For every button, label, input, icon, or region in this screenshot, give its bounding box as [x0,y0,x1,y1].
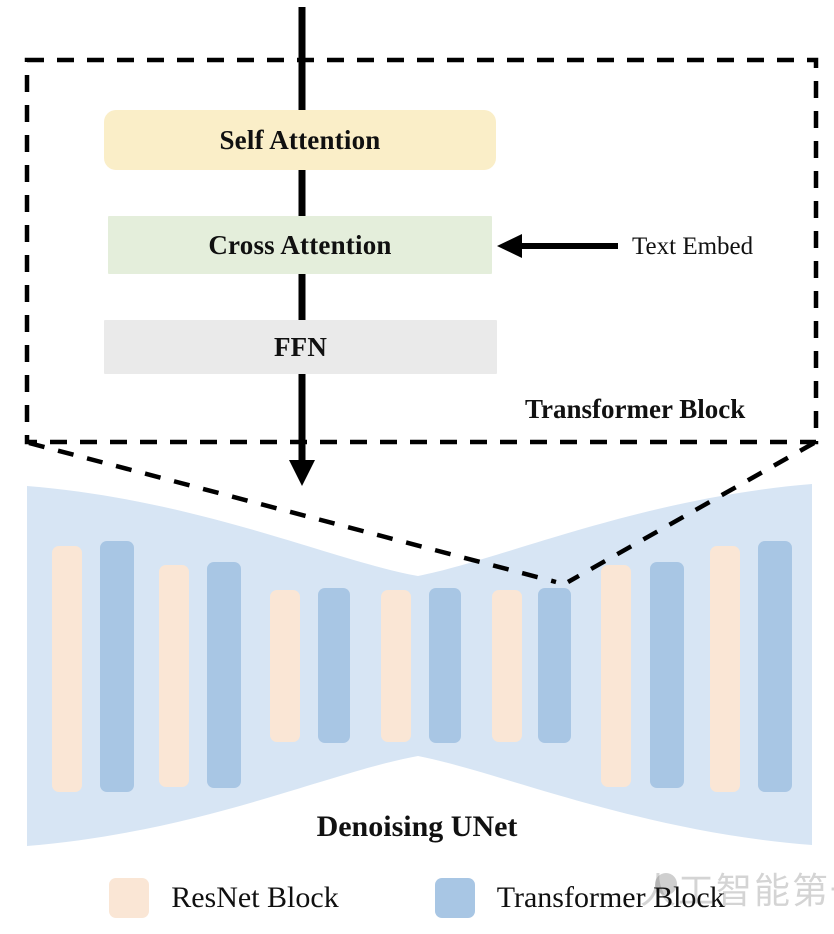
unet-resnet-block[interactable] [52,546,82,792]
unet-transformer-block[interactable] [429,588,461,743]
unet-resnet-block[interactable] [270,590,300,742]
unet-resnet-block[interactable] [381,590,411,742]
legend-label-resnet: ResNet Block [171,881,339,914]
unet-resnet-block[interactable] [601,565,631,787]
cross-attention-box[interactable]: Cross Attention [108,216,492,274]
legend-swatch-resnet-icon [109,878,150,918]
unet-transformer-block[interactable] [100,541,134,792]
ffn-box[interactable]: FFN [104,320,497,374]
transformer-block-title: Transformer Block [525,394,746,424]
self-attention-box[interactable]: Self Attention [104,110,496,170]
legend-item-resnet: ResNet Block [109,878,339,918]
unet-transformer-block[interactable] [207,562,241,788]
denoising-unet-title: Denoising UNet [316,810,518,843]
legend-item-transformer: Transformer Block [434,878,725,918]
down-arrow-icon [289,460,315,486]
unet-resnet-block[interactable] [492,590,522,742]
legend: ResNet Block Transformer Block [0,866,834,930]
callout-line-right [566,441,816,584]
unet-resnet-block[interactable] [710,546,740,792]
callout-line-left [28,440,557,585]
unet-transformer-block[interactable] [318,588,350,743]
unet-transformer-block[interactable] [758,541,792,792]
unet-transformer-block[interactable] [650,562,684,788]
figure-root: Self Attention Cross Attention FFN Text … [0,0,834,934]
unet-resnet-block[interactable] [159,565,189,787]
unet-transformer-block[interactable] [538,588,571,743]
unet-block-group [52,541,792,792]
legend-swatch-transformer-icon [434,878,475,918]
left-arrow-icon [497,234,522,258]
text-embed-label: Text Embed [632,233,754,260]
unet-body-shape [27,484,812,846]
legend-label-transformer: Transformer Block [496,881,725,914]
